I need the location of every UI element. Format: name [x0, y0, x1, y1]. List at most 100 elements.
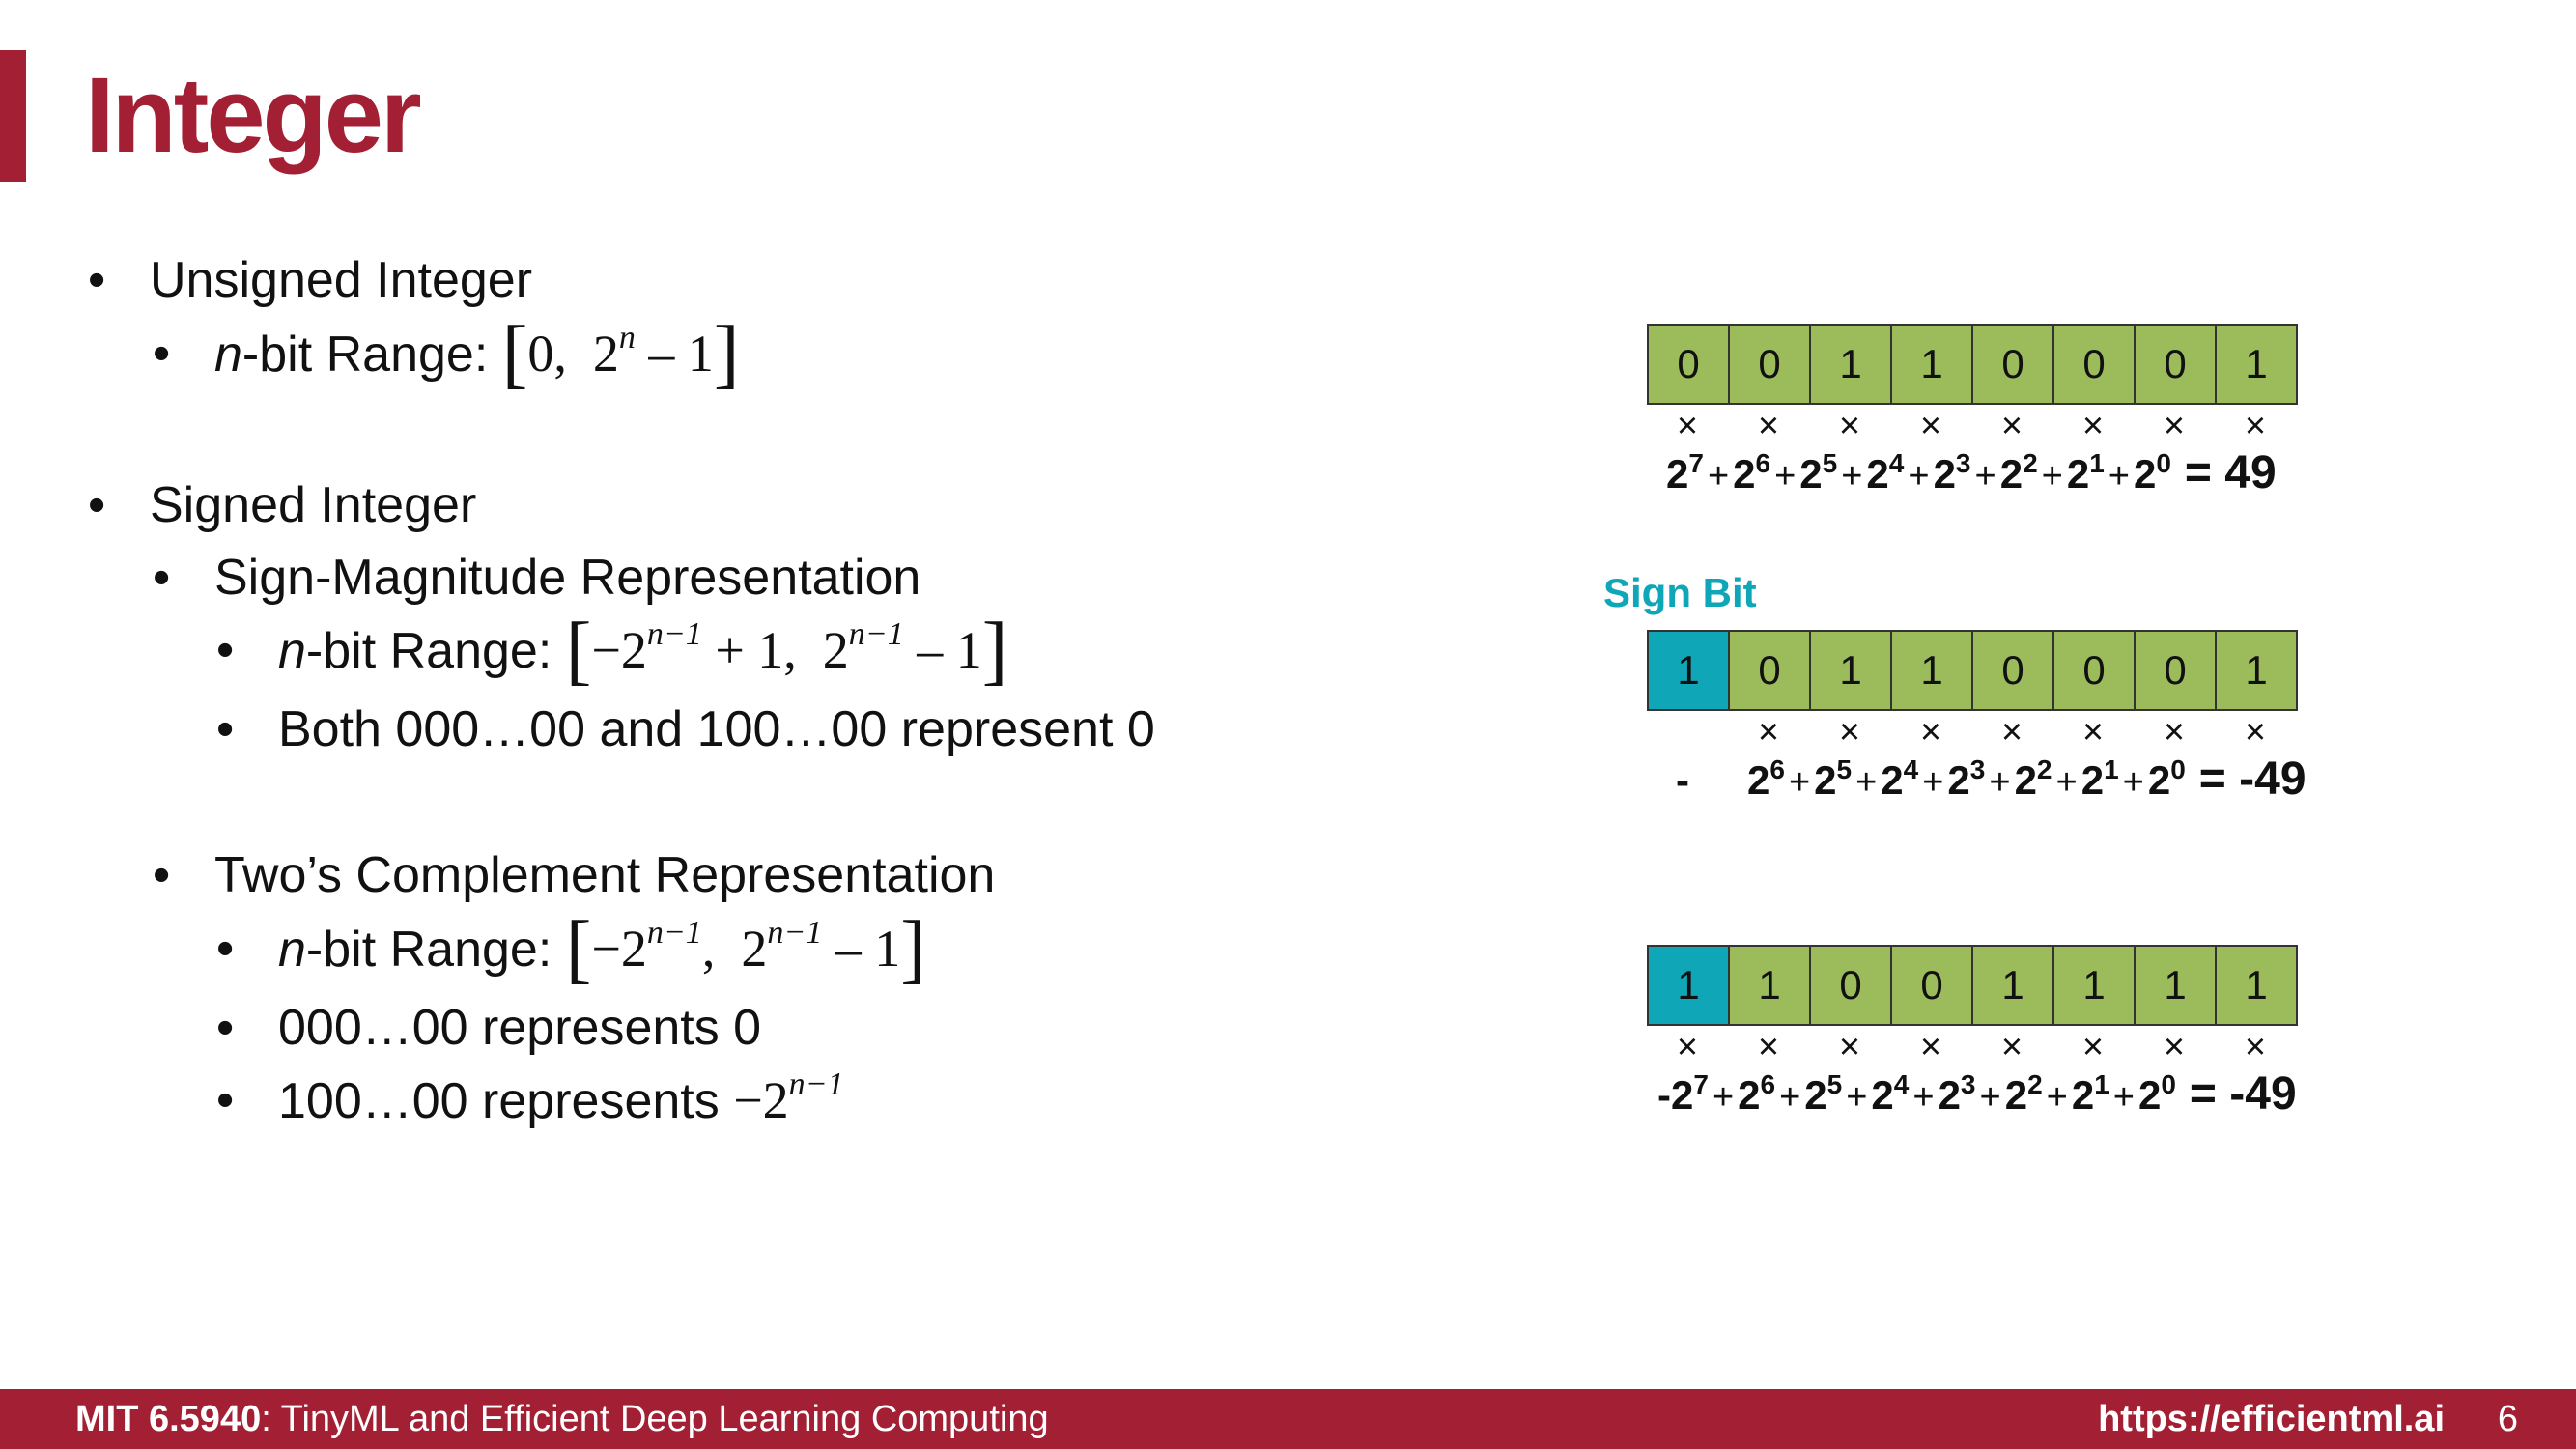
slide-title: Integer	[85, 56, 422, 175]
multiply-symbol: ×	[2000, 406, 2024, 446]
range-label: -bit Range:	[305, 922, 552, 978]
bit-cell: 1	[1730, 947, 1811, 1024]
sign-magnitude-heading: Sign-Magnitude Representation	[214, 550, 921, 606]
power-of-two-term: 26	[1738, 1069, 1776, 1119]
course-title: MIT 6.5940: TinyML and Efficient Deep Le…	[75, 1399, 1049, 1439]
power-of-two-term: 25	[1804, 1069, 1843, 1119]
bit-cell: 1	[2217, 326, 2296, 403]
power-of-two-term: 21	[2071, 1069, 2109, 1119]
bit-register: 10110001	[1647, 630, 2298, 711]
n-variable: n	[278, 623, 306, 679]
weighted-sum-equation: -27 +26 +25 +24 +23 +22 +21 +20 = -49	[1657, 1068, 2297, 1120]
equation-result: = -49	[2189, 1068, 2297, 1120]
bit-cell: 0	[2136, 632, 2217, 709]
bullet-dot: •	[88, 252, 106, 308]
multiply-symbol: ×	[1838, 712, 1861, 753]
power-of-two-term: 20	[2147, 754, 2186, 804]
multiply-symbol: ×	[1919, 1027, 1942, 1067]
bit-cell: 1	[1973, 947, 2054, 1024]
zero-rep-note: 000…00 represents 0	[278, 1000, 762, 1056]
multiply-symbol: ×	[2244, 406, 2267, 446]
signed-heading: Signed Integer	[150, 477, 477, 533]
bullet-dot: •	[216, 1000, 235, 1056]
bullet-unsigned-range: • n-bit Range: [0, 2n – 1]	[153, 311, 740, 396]
unsigned-range-formula: [0, 2n – 1]	[501, 311, 740, 396]
multiply-symbol: ×	[1676, 406, 1699, 446]
bit-cell: 1	[2054, 947, 2136, 1024]
title-accent-bar	[0, 50, 26, 182]
unsigned-heading: Unsigned Integer	[150, 252, 533, 308]
bullet-dot: •	[216, 1072, 235, 1128]
bullet-dot: •	[216, 701, 235, 757]
equation-result: = -49	[2198, 753, 2307, 805]
sign-magnitude-range-formula: [−2n−1 + 1, 2n−1 – 1]	[565, 608, 1008, 693]
bullet-dot: •	[216, 921, 235, 977]
bit-register: 00110001	[1647, 324, 2298, 405]
bullet-unsigned: • Unsigned Integer	[88, 249, 533, 311]
power-of-two-term: 20	[2137, 1069, 2176, 1119]
multiply-symbol: ×	[2081, 1027, 2105, 1067]
sign-prefix: -	[1676, 757, 1689, 803]
bit-cell: 1	[1892, 326, 1973, 403]
multiply-symbol: ×	[2163, 406, 2186, 446]
bullet-dot: •	[153, 326, 171, 382]
bit-cell: 0	[2136, 326, 2217, 403]
bit-register: 11001111	[1647, 945, 2298, 1026]
twos-complement-heading: Two’s Complement Representation	[214, 847, 996, 903]
power-of-two-term: 23	[1938, 1069, 1976, 1119]
multiply-symbol: ×	[2081, 406, 2105, 446]
bullet-dot: •	[216, 622, 235, 678]
twos-range-formula: [−2n−1, 2n−1 – 1]	[565, 906, 926, 991]
bit-cell: 1	[2217, 947, 2296, 1024]
bullet-twos-complement: • Two’s Complement Representation	[153, 844, 996, 906]
bit-cell: 0	[1811, 947, 1892, 1024]
bit-cell: 0	[1649, 326, 1730, 403]
equation-result: = 49	[2184, 447, 2277, 498]
range-label: -bit Range:	[241, 327, 489, 383]
bit-cell: 0	[2054, 326, 2136, 403]
n-variable: n	[278, 922, 306, 978]
bullet-dot: •	[88, 477, 106, 533]
bullet-sign-magnitude-range: • n-bit Range: [−2n−1 + 1, 2n−1 – 1]	[216, 608, 1008, 693]
power-of-two-term: 27	[1666, 448, 1704, 497]
min-rep-formula: −2n−1	[733, 1066, 844, 1130]
power-of-two-term: 26	[1733, 448, 1771, 497]
footer-bar: MIT 6.5940: TinyML and Efficient Deep Le…	[0, 1389, 2576, 1449]
bullet-min-rep: • 100…00 represents −2n−1	[216, 1066, 844, 1132]
bullet-dot: •	[153, 550, 171, 606]
n-variable: n	[214, 327, 242, 383]
power-of-two-term: 23	[1933, 448, 1971, 497]
power-of-two-term: 22	[1999, 448, 2038, 497]
bit-cell: 0	[1730, 326, 1811, 403]
bit-cell: 0	[2054, 632, 2136, 709]
multiply-symbol: ×	[1676, 1027, 1699, 1067]
power-of-two-term: 24	[1881, 754, 1919, 804]
power-of-two-term: -27	[1657, 1069, 1709, 1119]
bullet-sign-magnitude: • Sign-Magnitude Representation	[153, 547, 921, 609]
course-url: https://efficientml.ai	[2098, 1399, 2445, 1439]
bullet-signed: • Signed Integer	[88, 474, 477, 536]
power-of-two-term: 26	[1747, 754, 1785, 804]
sign-bit-cell: 1	[1649, 947, 1730, 1024]
multiply-symbol: ×	[1757, 712, 1780, 753]
bit-cell: 1	[1892, 632, 1973, 709]
bullet-zero-rep: • 000…00 represents 0	[216, 997, 762, 1059]
bullet-twos-range: • n-bit Range: [−2n−1, 2n−1 – 1]	[216, 906, 926, 991]
multiply-symbol: ×	[1919, 406, 1942, 446]
multiply-symbol: ×	[2163, 1027, 2186, 1067]
range-label: -bit Range:	[305, 623, 552, 679]
bit-cell: 0	[1973, 326, 2054, 403]
multiply-symbol: ×	[1838, 406, 1861, 446]
sign-bit-cell: 1	[1649, 632, 1730, 709]
bit-cell: 1	[2217, 632, 2296, 709]
both-zero-note: Both 000…00 and 100…00 represent 0	[278, 701, 1155, 757]
multiply-symbol: ×	[1919, 712, 1942, 753]
power-of-two-term: 24	[1866, 448, 1905, 497]
bit-cell: 1	[2136, 947, 2217, 1024]
power-of-two-term: 25	[1814, 754, 1853, 804]
weighted-sum-equation: -26 +25 +24 +23 +22 +21 +20 = -49	[1676, 753, 2307, 805]
bit-cell: 0	[1973, 632, 2054, 709]
power-of-two-term: 21	[2066, 448, 2105, 497]
bit-cell: 1	[1811, 326, 1892, 403]
min-rep-note: 100…00 represents	[278, 1073, 720, 1129]
